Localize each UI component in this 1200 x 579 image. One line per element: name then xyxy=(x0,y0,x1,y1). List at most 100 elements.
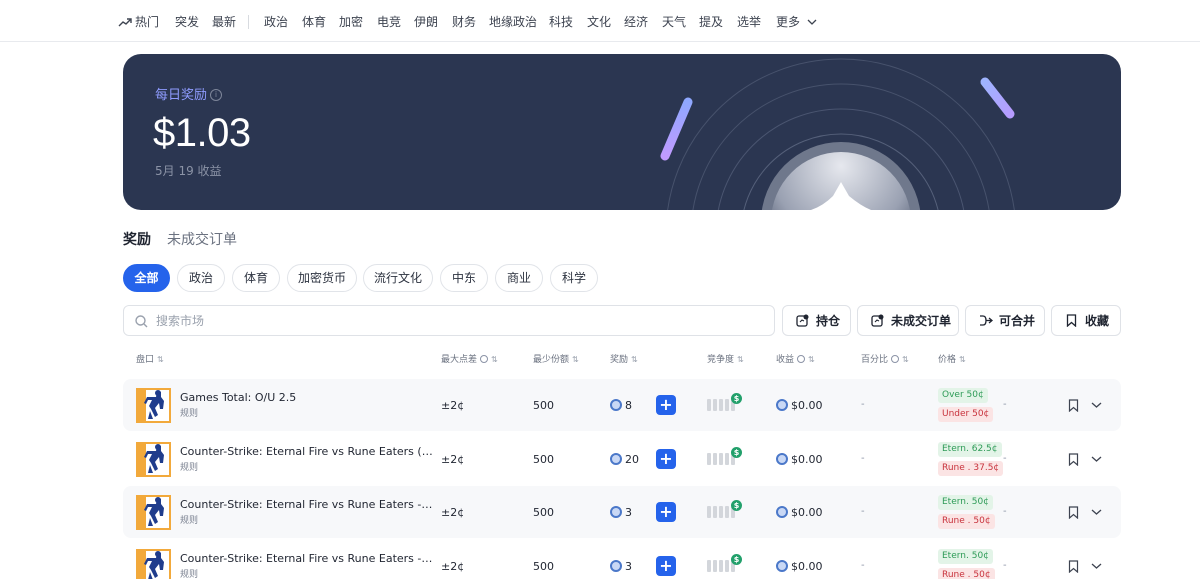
coin-icon xyxy=(776,560,788,572)
tab-rewards[interactable]: 奖励 xyxy=(123,231,151,249)
top-nav: 热门 突发 最新 政治 体育 加密 电竞 伊朗 财务 地缘政治 科技 文化 经济… xyxy=(0,0,1200,42)
daily-rewards-amount: $1.03 xyxy=(153,111,251,155)
add-button[interactable]: + xyxy=(656,395,676,415)
chip-crypto[interactable]: 加密货币 xyxy=(287,264,357,292)
table-row[interactable]: Counter-Strike: Eternal Fire vs Rune Eat… xyxy=(123,540,1121,579)
coin-icon xyxy=(610,399,622,411)
nav-category-esports[interactable]: 电竞 xyxy=(377,14,401,30)
counter-strike-logo xyxy=(136,549,171,579)
chip-sports[interactable]: 体育 xyxy=(232,264,280,292)
min-shares-value: 500 xyxy=(533,506,554,519)
dollar-icon: $ xyxy=(731,447,742,458)
bookmark-icon[interactable] xyxy=(1068,453,1079,466)
chip-business[interactable]: 商业 xyxy=(495,264,543,292)
rules-link[interactable]: 规则 xyxy=(180,569,198,579)
chevron-down-icon[interactable] xyxy=(1091,401,1102,409)
nav-more-button[interactable]: 更多 xyxy=(776,14,817,30)
add-button[interactable]: + xyxy=(656,502,676,522)
nav-more-label: 更多 xyxy=(776,15,801,29)
header-percent-label: 百分比 xyxy=(861,355,889,365)
positions-button[interactable]: 持仓 xyxy=(782,305,851,336)
nav-category-mentions[interactable]: 提及 xyxy=(699,14,723,30)
nav-category-iran[interactable]: 伊朗 xyxy=(414,14,438,30)
header-market-label: 盘口 xyxy=(136,355,155,365)
price-option-b[interactable]: Rune . 37.5¢ xyxy=(938,461,1004,476)
rules-link[interactable]: 规则 xyxy=(180,515,198,527)
add-button[interactable]: + xyxy=(656,449,676,469)
header-price[interactable]: 价格 ⇅ xyxy=(938,354,966,366)
coin-icon xyxy=(610,560,622,572)
chevron-down-icon[interactable] xyxy=(1091,562,1102,570)
chip-pop-culture[interactable]: 流行文化 xyxy=(363,264,433,292)
info-icon[interactable]: i xyxy=(210,89,222,101)
rules-link[interactable]: 规则 xyxy=(180,408,198,420)
bookmark-icon[interactable] xyxy=(1068,506,1079,519)
open-orders-button[interactable]: 未成交订单 xyxy=(857,305,959,336)
nav-category-economy[interactable]: 经济 xyxy=(624,14,648,30)
market-title[interactable]: Counter-Strike: Eternal Fire vs Rune Eat… xyxy=(180,497,435,512)
price-option-a[interactable]: Etern. 62.5¢ xyxy=(938,442,1002,457)
price-option-b[interactable]: Rune . 50¢ xyxy=(938,514,995,529)
positions-label: 持仓 xyxy=(816,314,841,328)
chevron-down-icon[interactable] xyxy=(1091,455,1102,463)
max-spread-value: ±2¢ xyxy=(441,399,465,412)
header-market[interactable]: 盘口 ⇅ xyxy=(136,354,164,366)
price-dash: - xyxy=(1003,453,1007,464)
market-title[interactable]: Counter-Strike: Eternal Fire vs Rune Eat… xyxy=(180,551,435,566)
counter-strike-logo xyxy=(136,442,171,477)
nav-category-elections[interactable]: 选举 xyxy=(737,14,761,30)
chip-middle-east[interactable]: 中东 xyxy=(440,264,488,292)
coin-icon xyxy=(776,506,788,518)
price-dash: - xyxy=(1003,560,1007,571)
chip-all[interactable]: 全部 xyxy=(123,264,170,292)
header-earnings-label: 收益 xyxy=(776,355,795,365)
header-reward[interactable]: 奖励 ⇅ xyxy=(610,354,638,366)
rules-link[interactable]: 规则 xyxy=(180,462,198,474)
nav-category-tech[interactable]: 科技 xyxy=(549,14,573,30)
merge-icon xyxy=(980,315,993,326)
tab-open-orders[interactable]: 未成交订单 xyxy=(167,231,237,249)
nav-trending-label: 热门 xyxy=(135,15,160,29)
nav-category-culture[interactable]: 文化 xyxy=(587,14,611,30)
chip-politics[interactable]: 政治 xyxy=(177,264,225,292)
price-option-b[interactable]: Rune . 50¢ xyxy=(938,568,995,579)
market-title[interactable]: Games Total: O/U 2.5 xyxy=(180,390,435,405)
table-row[interactable]: Games Total: O/U 2.5 规则 ±2¢ 500 8 + $ $0… xyxy=(123,379,1121,431)
nav-category-politics[interactable]: 政治 xyxy=(264,14,288,30)
header-max-spread[interactable]: 最大点差 ⇅ xyxy=(441,354,498,366)
mergeable-button[interactable]: 可合并 xyxy=(965,305,1045,336)
market-title[interactable]: Counter-Strike: Eternal Fire vs Rune Eat… xyxy=(180,444,435,459)
nav-trending[interactable]: 热门 xyxy=(118,14,159,30)
bookmark-icon[interactable] xyxy=(1068,399,1079,412)
header-earnings[interactable]: 收益 ⇅ xyxy=(776,354,815,366)
header-percent[interactable]: 百分比 ⇅ xyxy=(861,354,909,366)
price-option-b[interactable]: Under 50¢ xyxy=(938,407,994,422)
nav-item-newest[interactable]: 最新 xyxy=(212,14,236,30)
reward-value: 3 xyxy=(610,559,632,574)
price-option-a[interactable]: Etern. 50¢ xyxy=(938,549,993,564)
nav-item-breaking[interactable]: 突发 xyxy=(175,14,199,30)
nav-category-crypto[interactable]: 加密 xyxy=(339,14,363,30)
sort-icon: ⇅ xyxy=(959,355,966,364)
chip-science[interactable]: 科学 xyxy=(550,264,598,292)
nav-category-sports[interactable]: 体育 xyxy=(302,14,326,30)
max-spread-value: ±2¢ xyxy=(441,506,465,519)
price-option-a[interactable]: Etern. 50¢ xyxy=(938,495,993,510)
header-competition[interactable]: 竞争度 ⇅ xyxy=(707,354,744,366)
bookmark-icon[interactable] xyxy=(1068,560,1079,573)
nav-category-finance[interactable]: 财务 xyxy=(452,14,476,30)
header-price-label: 价格 xyxy=(938,355,957,365)
favorites-button[interactable]: 收藏 xyxy=(1051,305,1121,336)
info-icon xyxy=(797,355,806,363)
search-input[interactable] xyxy=(156,312,756,330)
table-row[interactable]: Counter-Strike: Eternal Fire vs Rune Eat… xyxy=(123,433,1121,485)
nav-category-weather[interactable]: 天气 xyxy=(662,14,686,30)
nav-category-geopolitics[interactable]: 地缘政治 xyxy=(489,14,537,30)
chevron-down-icon[interactable] xyxy=(1091,508,1102,516)
open-orders-label: 未成交订单 xyxy=(891,314,952,328)
price-option-a[interactable]: Over 50¢ xyxy=(938,388,988,403)
header-reward-label: 奖励 xyxy=(610,355,629,365)
table-row[interactable]: Counter-Strike: Eternal Fire vs Rune Eat… xyxy=(123,486,1121,538)
header-min-shares[interactable]: 最少份额 ⇅ xyxy=(533,354,579,366)
add-button[interactable]: + xyxy=(656,556,676,576)
